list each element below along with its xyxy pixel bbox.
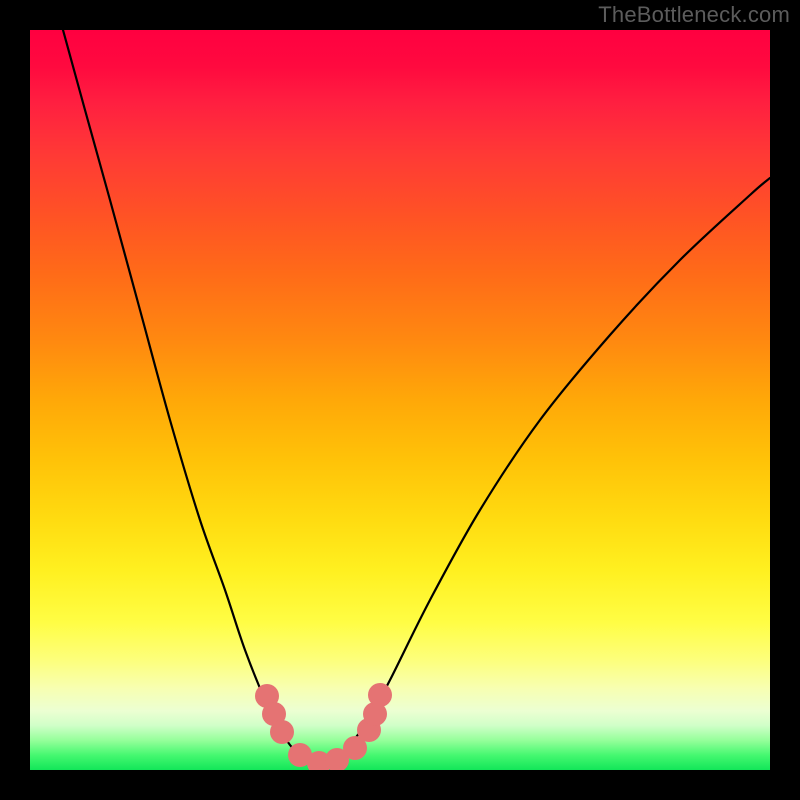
- highlight-dot: [368, 683, 392, 707]
- highlight-markers: [255, 683, 392, 770]
- highlight-dot: [270, 720, 294, 744]
- chart-frame: TheBottleneck.com: [0, 0, 800, 800]
- curve-layer: [30, 30, 770, 770]
- watermark-text: TheBottleneck.com: [598, 2, 790, 28]
- bottleneck-curve-path: [63, 30, 770, 765]
- plot-area: [30, 30, 770, 770]
